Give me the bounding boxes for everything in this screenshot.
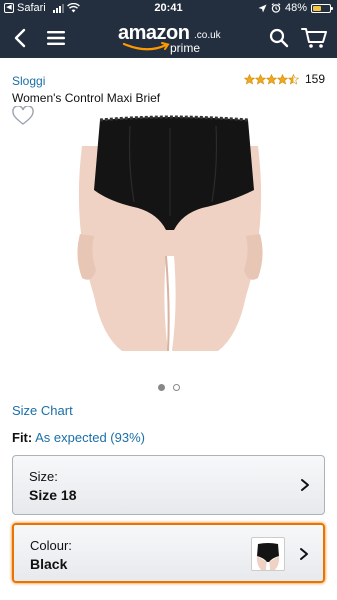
rating[interactable]: 159	[243, 72, 325, 86]
logo-prime: prime	[170, 41, 201, 55]
carousel-dots[interactable]	[0, 384, 337, 391]
chevron-right-icon	[301, 479, 309, 491]
status-bar: ◀ Safari 20:41 48%	[0, 0, 337, 18]
colour-label: Colour:	[30, 538, 72, 553]
product-photo	[77, 115, 263, 352]
carousel-dot-active[interactable]	[157, 384, 165, 391]
status-right: 48%	[258, 2, 333, 14]
location-arrow-icon	[258, 4, 267, 12]
fit-info: Fit: As expected (93%)	[12, 430, 145, 445]
star-half-icon	[287, 73, 299, 84]
star-full-icon	[265, 73, 277, 84]
heart-icon	[12, 105, 34, 125]
size-label: Size:	[29, 469, 58, 484]
cart-icon	[301, 28, 327, 48]
smile-arrow-icon	[122, 42, 170, 51]
product-image[interactable]	[70, 106, 270, 352]
colour-value: Black	[30, 556, 68, 572]
fit-value-link[interactable]: As expected (93%)	[35, 430, 145, 445]
battery-icon	[311, 3, 333, 13]
swatch-photo	[256, 543, 280, 570]
menu-button[interactable]	[42, 24, 70, 52]
brand-link[interactable]: Sloggi	[12, 74, 45, 88]
size-selector[interactable]: Size: Size 18	[12, 455, 325, 515]
amazon-prime-logo[interactable]: amazon .co.uk prime	[118, 22, 228, 56]
chevron-right-icon	[300, 548, 308, 560]
colour-swatch-thumbnail	[251, 537, 285, 571]
size-chart-link[interactable]: Size Chart	[12, 403, 73, 418]
wishlist-button[interactable]	[12, 105, 34, 126]
rating-stars	[243, 73, 299, 85]
nav-bar: amazon .co.uk prime	[0, 18, 337, 58]
colour-selector[interactable]: Colour: Black	[12, 523, 325, 583]
battery-percent: 48%	[284, 2, 307, 14]
alarm-icon	[271, 3, 281, 13]
search-button[interactable]	[265, 24, 293, 52]
product-title: Women's Control Maxi Brief	[12, 91, 161, 105]
search-icon	[269, 28, 289, 48]
logo-tld: .co.uk	[194, 30, 221, 41]
star-full-icon	[254, 73, 266, 84]
carousel-dot[interactable]	[172, 384, 180, 391]
rating-count: 159	[304, 72, 325, 86]
star-full-icon	[243, 73, 255, 84]
back-button[interactable]	[6, 24, 34, 52]
size-value: Size 18	[29, 487, 77, 503]
chevron-left-icon	[14, 28, 26, 48]
fit-label: Fit:	[12, 430, 33, 445]
cart-button[interactable]	[300, 24, 328, 52]
star-full-icon	[276, 73, 288, 84]
hamburger-menu-icon	[47, 31, 65, 45]
